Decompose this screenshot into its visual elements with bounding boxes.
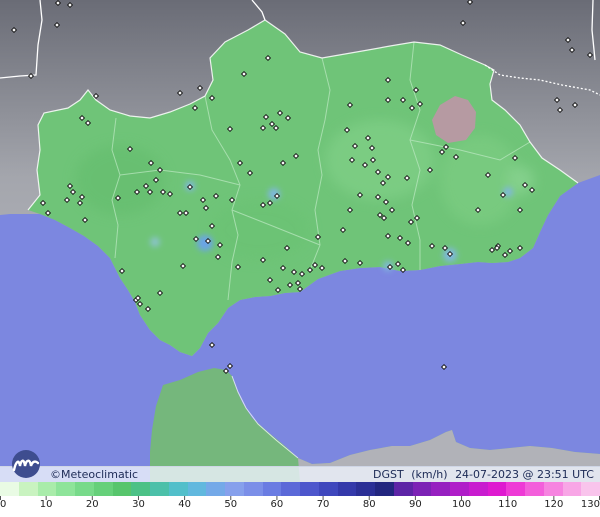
color-scale-bar <box>0 482 600 496</box>
map-info-bar: ©Meteoclimatic DGST (km/h) 24-07-2023 @ … <box>0 466 600 483</box>
color-scale-swatch <box>281 482 300 496</box>
color-scale-swatch <box>0 482 19 496</box>
color-scale-swatch <box>131 482 150 496</box>
color-scale-label: 80 <box>362 499 376 510</box>
color-scale-swatch <box>450 482 469 496</box>
color-scale-swatch <box>468 482 488 496</box>
color-scale-swatch <box>487 482 507 496</box>
color-scale-label: 30 <box>132 499 145 510</box>
wind-gust-map[interactable] <box>0 0 600 482</box>
color-scale-label: 70 <box>316 499 330 510</box>
color-scale-legend: 0 10 20 30 40 50 60 70 80 90 100 110 120 130 <box>0 482 600 517</box>
brand-name[interactable]: ©Meteoclimatic <box>50 467 138 483</box>
color-scale-swatch <box>37 482 57 496</box>
color-scale-swatch <box>431 482 450 496</box>
color-scale-swatch <box>300 482 319 496</box>
color-scale-label: 130 <box>580 499 600 510</box>
meteoclimatic-logo-icon[interactable] <box>4 449 48 479</box>
color-scale-swatch <box>168 482 188 496</box>
color-scale-swatch <box>318 482 338 496</box>
color-scale-swatch <box>525 482 544 496</box>
variable-label: DGST <box>373 468 404 481</box>
color-scale-label: 50 <box>224 499 238 510</box>
color-scale-swatch <box>412 482 432 496</box>
color-scale-label: 90 <box>409 499 422 510</box>
color-scale-swatch <box>206 482 225 496</box>
color-scale-swatch <box>225 482 244 496</box>
color-scale-swatch <box>243 482 263 496</box>
color-scale-swatch <box>337 482 357 496</box>
color-scale-swatch <box>262 482 282 496</box>
color-scale-swatch <box>56 482 75 496</box>
color-scale-label: 20 <box>85 499 99 510</box>
color-scale-label: 10 <box>39 499 53 510</box>
color-scale-swatch <box>356 482 375 496</box>
color-scale-swatch <box>375 482 394 496</box>
color-scale-swatch <box>543 482 563 496</box>
color-scale-swatch <box>393 482 413 496</box>
color-scale-label: 60 <box>270 499 284 510</box>
color-scale-swatch <box>150 482 169 496</box>
map-canvas <box>0 0 600 482</box>
color-scale-labels: 0 10 20 30 40 50 60 70 80 90 100 110 120 130 <box>0 499 600 515</box>
color-scale-label: 0 <box>0 499 7 510</box>
color-scale-label: 100 <box>451 499 472 510</box>
color-scale-swatch <box>187 482 207 496</box>
color-scale-label: 40 <box>178 499 191 510</box>
color-scale-label: 110 <box>498 499 518 510</box>
color-scale-swatch <box>112 482 132 496</box>
unit-label: (km/h) <box>411 468 448 481</box>
product-info: DGST (km/h) 24-07-2023 @ 23:51 UTC <box>369 467 594 483</box>
color-scale-swatch <box>581 482 600 496</box>
timestamp-label: 24-07-2023 @ 23:51 UTC <box>455 468 594 481</box>
color-scale-swatch <box>562 482 582 496</box>
color-scale-swatch <box>506 482 525 496</box>
color-scale-swatch <box>18 482 38 496</box>
color-scale-swatch <box>75 482 94 496</box>
color-scale-swatch <box>93 482 113 496</box>
color-scale-label: 120 <box>544 499 564 510</box>
